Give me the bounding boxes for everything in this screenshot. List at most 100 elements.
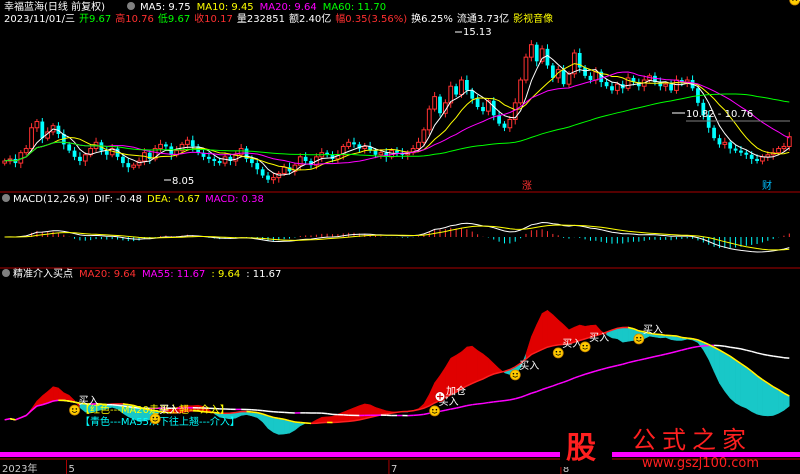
buy-signals: 买入买入买入买入买入买入买入买入加仓 xyxy=(70,0,800,425)
ribbon-seg xyxy=(461,346,468,390)
chart-header: 幸福蓝海(日线 前复权) MA5: 9.75 MA10: 9.45 MA20: 9.… xyxy=(4,0,553,25)
ind-ma55-seg xyxy=(746,349,752,353)
ind-ma55-seg xyxy=(327,412,333,416)
ind-ma55-seg xyxy=(692,345,699,349)
ind-ma55-seg xyxy=(15,416,22,421)
ind-ma55-seg xyxy=(461,404,468,408)
ribbon-seg xyxy=(353,405,360,421)
ind-ma55-seg xyxy=(676,349,683,353)
high-price-label: 15.13 xyxy=(463,27,492,38)
ribbon-seg xyxy=(746,366,752,413)
buy-signal-label: 买入 xyxy=(159,404,179,416)
ribbon-seg xyxy=(52,386,59,402)
ind-yellow-seg xyxy=(278,417,285,421)
ind-ma55-seg xyxy=(670,350,677,354)
candle xyxy=(760,154,765,165)
macd-settings-icon[interactable] xyxy=(2,194,10,202)
candle xyxy=(244,146,249,163)
candle xyxy=(72,147,77,161)
ind-ma55-seg xyxy=(557,381,564,385)
ma-item-1: MA10: 9.45 xyxy=(197,2,254,13)
ind-ma55-seg xyxy=(477,402,484,405)
ind-ma55-seg xyxy=(493,400,500,403)
ribbon-seg xyxy=(552,314,559,347)
ind-ma55-seg xyxy=(633,359,639,363)
candle xyxy=(395,147,399,157)
candle xyxy=(512,98,518,125)
buy-signal-label: 买入 xyxy=(562,338,582,350)
candle xyxy=(523,53,529,84)
candle xyxy=(502,121,507,132)
macd-item-3: MACD: 0.38 xyxy=(205,194,264,205)
candle xyxy=(362,142,368,154)
candle xyxy=(126,158,131,173)
ind-ma55-seg xyxy=(531,390,537,394)
candle xyxy=(212,156,217,166)
ribbon-seg xyxy=(488,357,494,377)
wealth-badge: 财 xyxy=(762,179,772,192)
ind-ma55-seg xyxy=(627,360,634,364)
ribbon-seg xyxy=(740,363,747,409)
ind-yellow-seg xyxy=(294,421,301,424)
ind-yellow-seg xyxy=(63,399,70,402)
candle xyxy=(276,170,282,183)
candle xyxy=(722,137,728,149)
ind-yellow-seg xyxy=(251,411,258,414)
ind-yellow-seg xyxy=(687,337,693,340)
candle xyxy=(88,145,94,158)
stock-chart: 幸福蓝海(日线 前复权) MA5: 9.75 MA10: 9.45 MA20: 9.… xyxy=(0,0,800,474)
ind-ma55-seg xyxy=(590,370,597,374)
ind-ma55-seg xyxy=(504,399,510,402)
ind-ma55-seg xyxy=(547,385,554,389)
ind-settings-icon[interactable] xyxy=(2,269,10,277)
ribbon-seg xyxy=(326,416,333,423)
ribbon-seg xyxy=(364,403,371,420)
candle xyxy=(712,125,716,141)
ind-ma55-seg xyxy=(654,354,661,358)
info-item-6: 额2.40亿 xyxy=(289,12,331,25)
ribbon-seg xyxy=(359,403,366,421)
candle xyxy=(534,42,539,67)
chart-settings-icon[interactable] xyxy=(127,2,135,10)
macd-item-0: MACD(12,26,9) xyxy=(13,194,89,205)
ind-ma55-seg xyxy=(617,363,623,367)
info-item-0: 2023/11/01/三 xyxy=(4,14,75,25)
ribbon-seg xyxy=(617,327,623,343)
ind-ma55-seg xyxy=(488,401,494,404)
candle xyxy=(610,81,614,94)
macd-panel[interactable] xyxy=(4,221,790,253)
ribbon-seg xyxy=(267,415,274,433)
candle xyxy=(303,152,308,164)
ind-yellow-seg xyxy=(273,416,279,420)
candle xyxy=(577,48,582,73)
ind-ma55-seg xyxy=(418,413,424,416)
ind-ma55-seg xyxy=(568,377,575,381)
macd-header: MACD(12,26,9) DIF: -0.48 DEA: -0.67 MACD: 0… xyxy=(2,194,264,205)
ind-ma55-seg xyxy=(756,352,763,355)
ind-ma55-seg xyxy=(724,345,731,349)
ind-ma55-seg xyxy=(767,354,774,357)
candle xyxy=(620,80,625,94)
ribbon-seg xyxy=(337,411,344,423)
ind-ma55-seg xyxy=(423,412,430,416)
candle xyxy=(23,145,29,156)
watermark-mark: 股 xyxy=(566,431,596,466)
price-panel[interactable] xyxy=(2,40,792,184)
candle xyxy=(507,115,513,132)
ribbon-seg xyxy=(547,309,554,348)
ind-ma55-seg xyxy=(751,350,758,354)
ribbon-seg xyxy=(724,352,731,399)
info-item-1: 开9.67 xyxy=(79,14,111,25)
candle xyxy=(255,158,260,175)
ind-item-2: MA55: 11.67 xyxy=(142,269,205,280)
candle xyxy=(152,145,158,162)
rise-badge: 涨 xyxy=(522,180,532,192)
ind-ma55-seg xyxy=(719,344,725,348)
ind-ma55-seg xyxy=(595,368,602,372)
ind-yellow-seg xyxy=(9,418,16,421)
range-label: 10.82 - 10.76 xyxy=(686,109,753,120)
info-item-8: 换6.25% xyxy=(411,12,453,25)
ma-item-2: MA20: 9.64 xyxy=(260,2,317,13)
timeline-tick-label: 7 xyxy=(391,464,397,474)
ribbon-seg xyxy=(756,375,763,416)
